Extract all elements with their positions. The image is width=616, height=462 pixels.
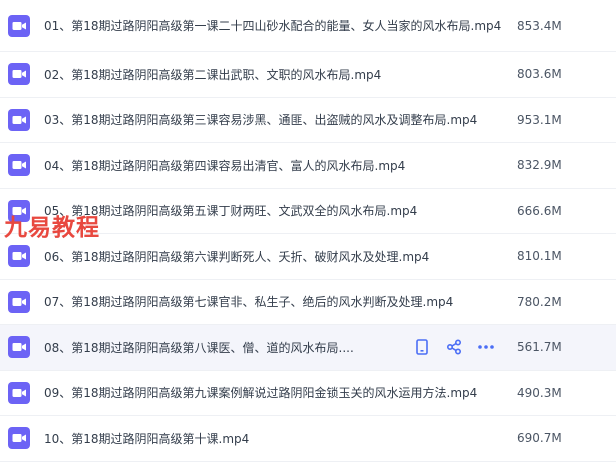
video-file-icon xyxy=(8,381,30,404)
file-size: 561.7M xyxy=(517,340,562,355)
file-row[interactable]: 02、第18期过路阴阳高级第二课出武职、文职的风水布局.mp4 803.6M xyxy=(0,52,616,98)
file-size: 832.9M xyxy=(517,158,562,173)
share-icon[interactable] xyxy=(438,337,470,357)
phone-icon[interactable] xyxy=(406,337,438,357)
file-name[interactable]: 01、第18期过路阴阳高级第一课二十四山砂水配合的能量、女人当家的风水布局.mp… xyxy=(44,17,501,34)
file-size: 666.6M xyxy=(517,203,562,218)
file-name[interactable]: 09、第18期过路阴阳高级第九课案例解说过路阴阳金锁玉关的风水运用方法.mp4 xyxy=(44,384,477,401)
video-file-icon xyxy=(8,336,30,359)
file-size: 853.4M xyxy=(517,18,562,33)
file-row[interactable]: 01、第18期过路阴阳高级第一课二十四山砂水配合的能量、女人当家的风水布局.mp… xyxy=(0,0,616,52)
file-size: 803.6M xyxy=(517,67,562,82)
file-row[interactable]: 09、第18期过路阴阳高级第九课案例解说过路阴阳金锁玉关的风水运用方法.mp4 … xyxy=(0,371,616,416)
file-name[interactable]: 02、第18期过路阴阳高级第二课出武职、文职的风水布局.mp4 xyxy=(44,66,381,83)
file-row[interactable]: 07、第18期过路阴阳高级第七课官非、私生子、绝后的风水判断及处理.mp4 78… xyxy=(0,280,616,325)
file-size: 490.3M xyxy=(517,385,562,400)
video-file-icon xyxy=(8,154,30,177)
file-row[interactable]: 04、第18期过路阴阳高级第四课容易出清官、富人的风水布局.mp4 832.9M xyxy=(0,143,616,189)
file-row[interactable]: 10、第18期过路阴阳高级第十课.mp4 690.7M xyxy=(0,416,616,462)
file-name[interactable]: 03、第18期过路阴阳高级第三课容易涉黑、通匪、出盗贼的风水及调整布局.mp4 xyxy=(44,111,477,128)
watermark-text: 九易教程 xyxy=(4,215,100,241)
file-row[interactable]: 03、第18期过路阴阳高级第三课容易涉黑、通匪、出盗贼的风水及调整布局.mp4 … xyxy=(0,98,616,143)
file-size: 780.2M xyxy=(517,294,562,309)
file-name[interactable]: 08、第18期过路阴阳高级第八课医、僧、道的风水布局.... xyxy=(44,339,354,356)
file-name[interactable]: 07、第18期过路阴阳高级第七课官非、私生子、绝后的风水判断及处理.mp4 xyxy=(44,293,453,310)
video-file-icon xyxy=(8,63,30,86)
row-actions xyxy=(406,337,502,357)
file-name[interactable]: 06、第18期过路阴阳高级第六课判断死人、夭折、破财风水及处理.mp4 xyxy=(44,248,429,265)
file-name[interactable]: 10、第18期过路阴阳高级第十课.mp4 xyxy=(44,430,249,447)
video-file-icon xyxy=(8,290,30,313)
file-size: 810.1M xyxy=(517,249,562,264)
video-file-icon xyxy=(8,427,30,450)
file-name[interactable]: 04、第18期过路阴阳高级第四课容易出清官、富人的风水布局.mp4 xyxy=(44,157,405,174)
file-size: 953.1M xyxy=(517,112,562,127)
video-file-icon xyxy=(8,245,30,268)
file-size: 690.7M xyxy=(517,431,562,446)
file-row-hovered[interactable]: 08、第18期过路阴阳高级第八课医、僧、道的风水布局.... 561.7M xyxy=(0,325,616,371)
video-file-icon xyxy=(8,108,30,131)
more-icon[interactable] xyxy=(470,337,502,357)
video-file-icon xyxy=(8,14,30,37)
